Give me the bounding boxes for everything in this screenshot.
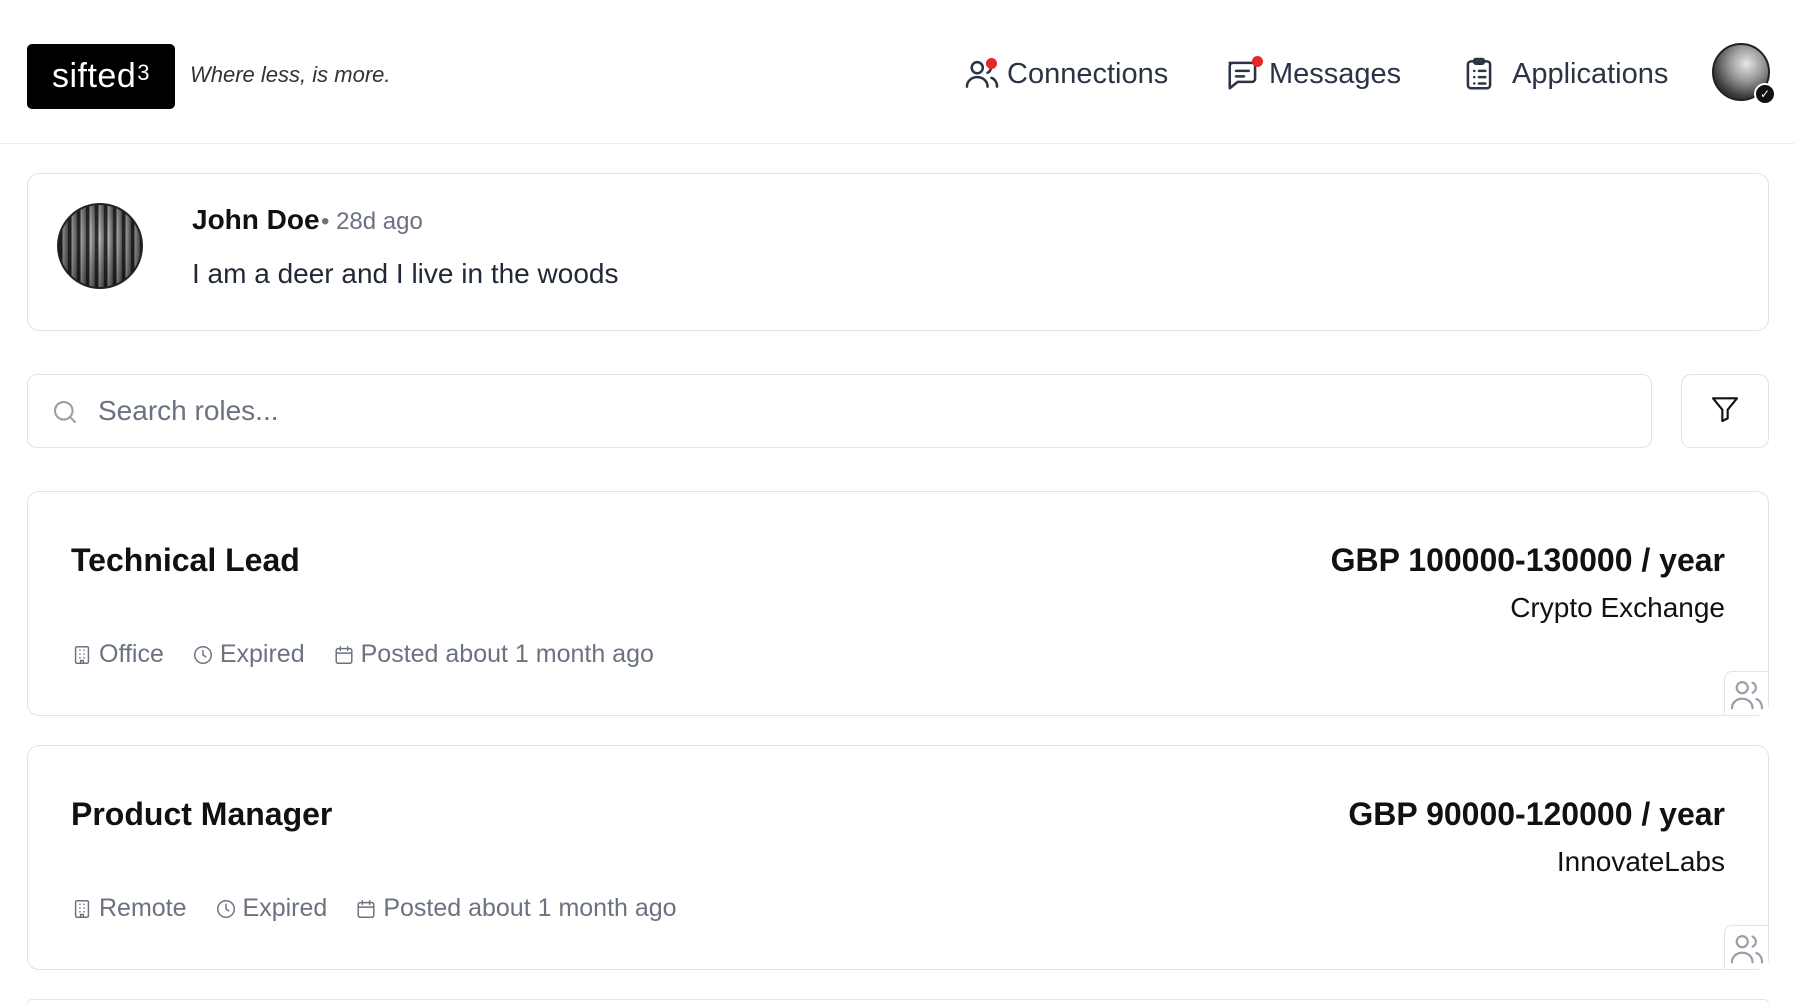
status-post-card: John Doe • 28d ago I am a deer and I liv…	[27, 173, 1769, 331]
calendar-icon	[335, 645, 353, 664]
job-meta: Office Expired Posted about 1 month ago	[71, 640, 682, 669]
logo[interactable]: sifted 3	[27, 44, 175, 109]
search-icon	[50, 397, 80, 427]
post-author-name[interactable]: John Doe	[192, 204, 320, 236]
nav-applications[interactable]: Applications	[1460, 52, 1668, 96]
job-location: Remote	[71, 894, 187, 923]
clipboard-icon	[1460, 55, 1498, 93]
job-card-partial[interactable]	[27, 999, 1769, 1004]
job-location-label: Office	[99, 640, 164, 668]
nav-connections[interactable]: Connections	[963, 52, 1168, 96]
job-company: Crypto Exchange	[1510, 592, 1725, 623]
job-company: InnovateLabs	[1556, 846, 1725, 877]
job-location-label: Remote	[99, 894, 187, 922]
post-author-avatar[interactable]	[57, 203, 143, 289]
nav-messages[interactable]: Messages	[1225, 52, 1401, 96]
job-status: Expired	[215, 894, 328, 923]
users-icon	[1730, 934, 1763, 963]
filter-button[interactable]	[1681, 374, 1769, 448]
applicants-button[interactable]	[1724, 925, 1768, 969]
verified-check-icon: ✓	[1754, 83, 1776, 105]
top-nav-bar: sifted 3 Where less, is more. Connections…	[0, 0, 1794, 144]
job-salary: GBP 100000-130000 / year	[1330, 542, 1725, 578]
nav-applications-label: Applications	[1512, 57, 1669, 90]
user-avatar[interactable]: ✓	[1712, 43, 1776, 105]
job-title[interactable]: Technical Lead	[71, 542, 300, 579]
nav-messages-label: Messages	[1269, 57, 1402, 90]
job-posted-label: Posted about 1 month ago	[383, 894, 677, 922]
users-icon	[963, 55, 1001, 93]
building-icon	[74, 645, 90, 664]
search-bar	[27, 374, 1652, 448]
job-card[interactable]: Product Manager GBP 90000-120000 / year …	[27, 745, 1769, 970]
logo-text: sifted	[51, 57, 137, 95]
search-input[interactable]	[98, 375, 1638, 447]
job-status-label: Expired	[242, 894, 328, 922]
post-timestamp: • 28d ago	[321, 208, 423, 235]
clock-icon	[216, 899, 235, 918]
applicants-button[interactable]	[1724, 671, 1768, 715]
job-status-label: Expired	[219, 640, 305, 668]
building-icon	[74, 899, 90, 918]
job-posted: Posted about 1 month ago	[333, 640, 654, 669]
users-icon	[1730, 680, 1763, 709]
filter-icon	[1709, 393, 1741, 430]
tagline: Where less, is more.	[190, 62, 391, 87]
logo-superscript: 3	[137, 59, 150, 85]
job-card[interactable]: Technical Lead GBP 100000-130000 / year …	[27, 491, 1769, 716]
job-meta: Remote Expired Posted about 1 month ago	[71, 894, 705, 923]
job-salary: GBP 90000-120000 / year	[1348, 796, 1725, 832]
clock-icon	[193, 645, 212, 664]
message-icon	[1225, 55, 1263, 93]
job-posted-label: Posted about 1 month ago	[360, 640, 654, 668]
job-posted: Posted about 1 month ago	[355, 894, 677, 923]
job-status: Expired	[192, 640, 305, 669]
calendar-icon	[357, 899, 375, 918]
job-location: Office	[71, 640, 164, 669]
job-title[interactable]: Product Manager	[71, 796, 332, 833]
notification-dot	[986, 58, 997, 69]
notification-dot	[1252, 56, 1263, 67]
post-text: I am a deer and I live in the woods	[192, 258, 619, 289]
nav-connections-label: Connections	[1007, 57, 1169, 90]
